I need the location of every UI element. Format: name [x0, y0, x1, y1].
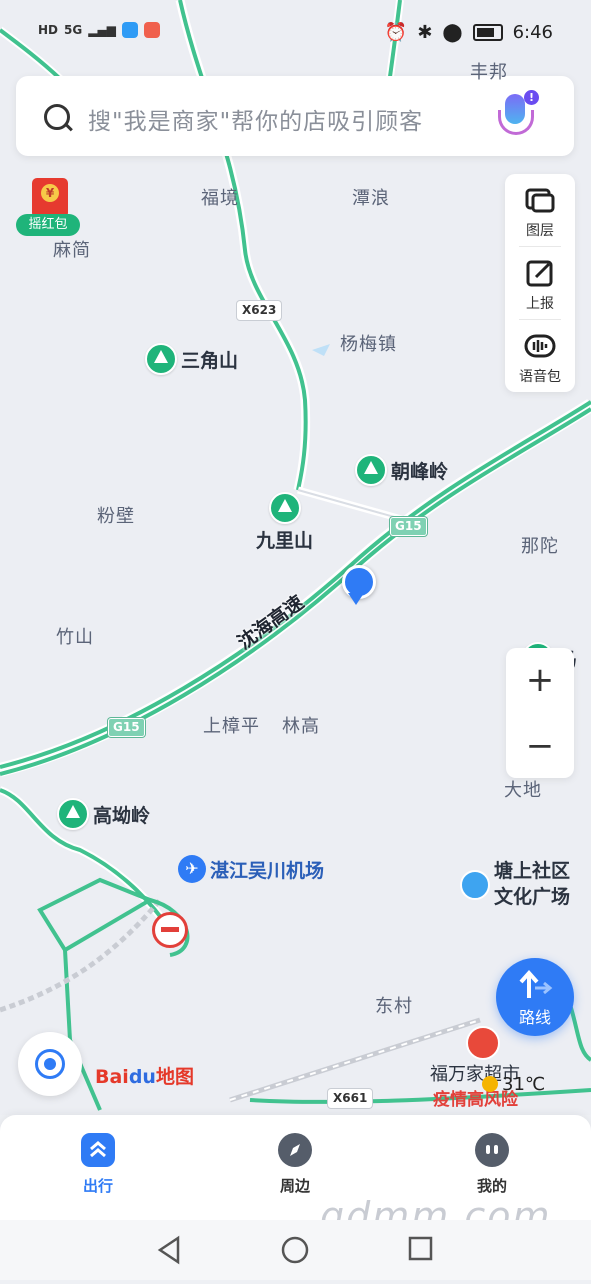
layers-button[interactable]: 图层: [505, 174, 575, 246]
mountain-icon: [145, 343, 177, 375]
layers-icon: [525, 188, 555, 213]
place-label: 大地: [504, 780, 542, 801]
place-label: 丰邦: [470, 62, 508, 83]
road-shield: X661: [328, 1089, 373, 1108]
place-label: 那陀: [521, 536, 559, 557]
road-shield: X623: [237, 301, 282, 320]
recents-icon[interactable]: [408, 1236, 433, 1261]
location-icon: ⬤: [442, 22, 463, 43]
signal-icon: ▂▄▆: [88, 23, 116, 37]
sun-icon: [482, 1076, 498, 1092]
clock: 6:46: [512, 22, 553, 43]
notification-dot: !: [524, 90, 539, 105]
red-packet-button[interactable]: ¥ 摇红包: [14, 178, 82, 238]
place-label: 竹山: [56, 627, 94, 648]
report-icon: [526, 260, 553, 287]
place-label: 林高: [282, 716, 320, 737]
travel-icon: [81, 1133, 115, 1167]
route-button[interactable]: 路线: [496, 958, 574, 1036]
red-packet-label: 摇红包: [16, 214, 80, 236]
zoom-in-button[interactable]: +: [506, 648, 574, 712]
highway-shield: G15: [390, 517, 427, 536]
mountain-poi[interactable]: 九里山: [256, 492, 313, 553]
heading-arrow: [348, 593, 364, 605]
voice-pack-icon: [524, 334, 556, 358]
locate-me-button[interactable]: [18, 1032, 82, 1096]
place-label: 上樟平: [203, 716, 260, 737]
route-arrow-icon: [519, 970, 553, 998]
pin-icon: [460, 870, 490, 900]
tab-travel[interactable]: 出行: [53, 1133, 143, 1196]
search-placeholder: 搜"我是商家"帮你的店吸引顾客: [88, 109, 424, 135]
search-icon: [44, 104, 70, 130]
mountain-icon: [268, 492, 301, 524]
plaza-poi[interactable]: 塘上社区 文化广场: [460, 858, 570, 910]
tab-profile[interactable]: 我的: [447, 1133, 537, 1196]
place-label: 杨梅镇: [340, 334, 397, 355]
coin-icon: ¥: [41, 184, 59, 202]
map-tools-panel: 图层 上报 语音包: [505, 174, 575, 392]
tab-nearby[interactable]: 周边: [250, 1133, 340, 1196]
profile-icon: [475, 1133, 509, 1167]
place-label: 潭浪: [352, 188, 390, 209]
zoom-control: + −: [506, 648, 574, 778]
mountain-icon: [57, 798, 89, 830]
hd-badge: HD: [38, 23, 59, 37]
app-notification-icon-2: [143, 22, 160, 38]
airport-icon: ✈: [178, 855, 206, 883]
place-label: 福境: [201, 188, 239, 209]
network-badge: 5G: [64, 23, 83, 37]
compass-icon: [278, 1133, 312, 1167]
place-label: 麻简: [53, 240, 91, 261]
mountain-icon: [355, 454, 387, 486]
report-button[interactable]: 上报: [505, 247, 575, 319]
airport-poi[interactable]: ✈ 湛江吴川机场: [178, 855, 324, 883]
voice-search-button[interactable]: !: [498, 90, 539, 140]
back-icon[interactable]: [157, 1235, 180, 1265]
bluetooth-icon: ✱: [417, 22, 433, 43]
search-bar[interactable]: 搜"我是商家"帮你的店吸引顾客 !: [16, 76, 574, 156]
system-nav-bar: [0, 1220, 591, 1280]
place-label: 东村: [375, 996, 413, 1017]
status-bar: HD 5G ▂▄▆ ⏰ ✱ ⬤ 6:46: [0, 0, 591, 66]
app-notification-icon: [121, 22, 138, 38]
shop-pin-icon: [466, 1026, 500, 1060]
weather-widget[interactable]: 31℃: [482, 1074, 545, 1095]
place-label: 粉壁: [97, 506, 135, 527]
mountain-poi[interactable]: 三角山: [145, 343, 238, 375]
road-network: [0, 0, 591, 1111]
alarm-icon: ⏰: [384, 22, 408, 43]
highway-shield: G15: [108, 718, 145, 737]
voice-pack-button[interactable]: 语音包: [505, 320, 575, 392]
map-canvas[interactable]: HD 5G ▂▄▆ ⏰ ✱ ⬤ 6:46 搜"我是商家"帮你的店吸引顾客 ! ¥…: [0, 0, 591, 1115]
no-entry-icon: [152, 912, 188, 948]
home-icon[interactable]: [281, 1236, 309, 1264]
battery-icon: [472, 24, 503, 41]
zoom-out-button[interactable]: −: [506, 714, 574, 778]
baidu-map-logo: Baidu地图: [95, 1066, 194, 1088]
mountain-poi[interactable]: 朝峰岭: [355, 454, 448, 486]
mountain-poi[interactable]: 高坳岭: [57, 798, 150, 830]
